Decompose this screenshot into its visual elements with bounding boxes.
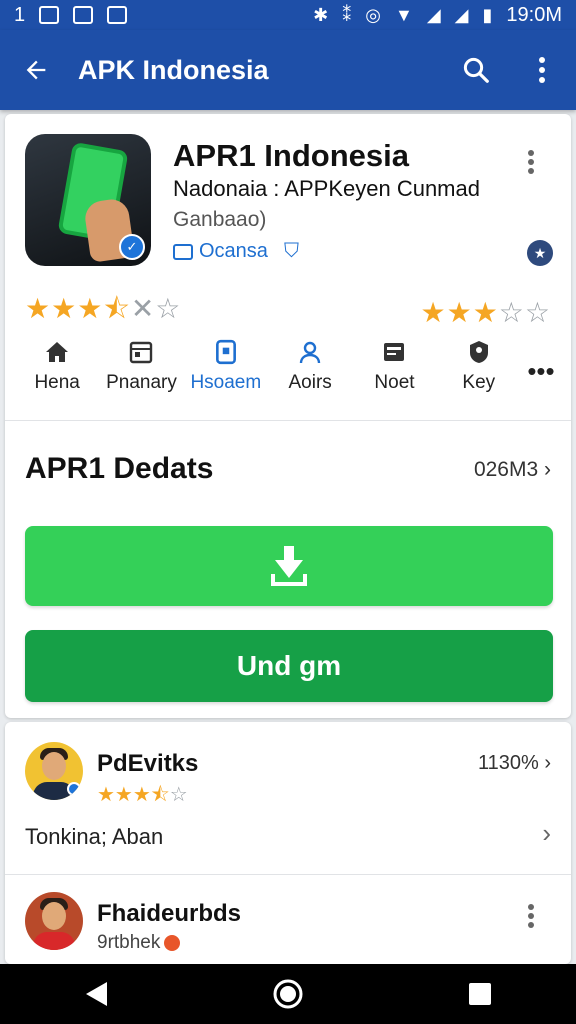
- category-label: Pnanary: [106, 372, 177, 393]
- badge-icon: [466, 340, 492, 364]
- verified-icon: [67, 782, 81, 796]
- open-button[interactable]: Und gm: [25, 630, 553, 702]
- search-icon: [463, 57, 489, 83]
- reviewer-name: PdEvitks: [97, 750, 199, 777]
- more-vert-icon: [528, 904, 534, 928]
- notification-count: 1: [14, 3, 26, 26]
- nav-recents-button[interactable]: [460, 974, 500, 1014]
- chevron-right-icon: ›: [544, 458, 551, 481]
- app-header: ✓ APR1 Indonesia Nadonaia : APPKeyen Cun…: [5, 114, 571, 284]
- review-count: 1130%: [477, 752, 539, 774]
- circle-home-icon: [273, 979, 303, 1009]
- clock: 19:0M: [506, 3, 562, 26]
- app-menu-button[interactable]: [511, 142, 551, 182]
- app-name: APR1 Indonesia: [173, 138, 409, 173]
- app-tag[interactable]: Ocansa ⛉: [173, 240, 299, 263]
- flame-icon: [164, 934, 181, 951]
- category-aoirs[interactable]: Aoirs: [268, 340, 352, 402]
- app-bar-title: APK Indonesia: [78, 54, 269, 85]
- details-title: APR1 Dedats: [25, 452, 214, 485]
- category-label: Hsoaem: [190, 372, 262, 393]
- app-subtitle: Ganbaao): [173, 208, 267, 231]
- ratings-row: ★★★⯪✕☆ ★★★☆☆: [25, 293, 551, 330]
- details-size: 026M3: [473, 458, 539, 481]
- app-icon[interactable]: ✓: [25, 134, 151, 266]
- more-horiz-icon: •••: [527, 355, 555, 386]
- rating-stars-left: ★★★⯪✕☆: [25, 293, 182, 324]
- signal-2-icon: ◢: [454, 5, 469, 25]
- chevron-right-icon: ›: [544, 752, 551, 774]
- message-notification-icon: [107, 6, 128, 24]
- sync-icon: ◎: [365, 5, 381, 25]
- person-icon: [297, 340, 323, 364]
- home-icon: [44, 340, 70, 364]
- review-count-link[interactable]: 1130% ›: [478, 752, 551, 775]
- category-label: Aoirs: [288, 372, 332, 393]
- device-icon: [213, 339, 239, 365]
- reviewer-sub: 9rtbhek: [97, 932, 181, 954]
- app-developer[interactable]: Nadonaia : APPKeyen Cunmad: [173, 176, 480, 202]
- chevron-right-icon[interactable]: ›: [542, 818, 551, 849]
- category-more-button[interactable]: •••: [521, 340, 561, 402]
- more-vert-icon: [539, 57, 545, 83]
- category-row: Hena Pnanary Hsoaem Aoirs Noet Key •••: [15, 339, 561, 402]
- reviews-card: PdEvitks ★★★⯪☆ 1130% › Tonkina; Aban › F…: [5, 722, 571, 964]
- wifi-icon: ▼: [394, 5, 413, 25]
- category-key[interactable]: Key: [437, 340, 521, 402]
- category-label: Noet: [374, 372, 415, 393]
- divider: [5, 420, 571, 421]
- search-button[interactable]: [456, 50, 496, 90]
- award-icon: ★: [527, 240, 553, 266]
- review-menu-button[interactable]: [511, 896, 551, 936]
- category-label: Hena: [34, 372, 80, 393]
- overflow-menu-button[interactable]: [522, 50, 562, 90]
- category-hena[interactable]: Hena: [15, 340, 99, 402]
- more-vert-icon: [528, 150, 534, 174]
- nav-home-button[interactable]: [268, 974, 308, 1014]
- download-icon: [271, 546, 307, 586]
- review-item[interactable]: PdEvitks ★★★⯪☆ 1130% › Tonkina; Aban ›: [5, 722, 571, 872]
- battery-icon: ▮: [482, 5, 493, 25]
- system-nav-bar: [0, 964, 576, 1024]
- bluetooth-icon: ✱: [313, 5, 329, 25]
- signal-icon: ◢: [426, 5, 441, 25]
- reviewer-name: Fhaideurbds: [97, 900, 242, 927]
- gallery-notification-icon: [39, 6, 60, 24]
- review-stars: ★★★⯪☆: [97, 784, 188, 806]
- app-tag-label: Ocansa: [199, 240, 268, 262]
- calendar-icon: [128, 340, 154, 364]
- avatar[interactable]: [25, 742, 83, 800]
- nav-back-button[interactable]: [76, 974, 116, 1014]
- app-card: ✓ APR1 Indonesia Nadonaia : APPKeyen Cun…: [5, 114, 571, 718]
- category-hsoaem[interactable]: Hsoaem: [184, 339, 268, 402]
- shield-icon: ⛉: [283, 240, 299, 262]
- arrow-left-icon: [26, 60, 46, 80]
- category-noet[interactable]: Noet: [352, 340, 436, 402]
- back-button[interactable]: [14, 48, 58, 92]
- tag-icon: [173, 243, 193, 260]
- download-button[interactable]: [25, 526, 553, 606]
- avatar[interactable]: [25, 892, 83, 950]
- review-text: Tonkina; Aban: [25, 824, 164, 849]
- id-card-icon: [381, 340, 407, 364]
- status-bar: 1 ✱ ⁑ ◎ ▼ ◢ ◢ ▮ 19:0M: [0, 0, 576, 30]
- vibrate-icon: ⁑: [342, 5, 352, 25]
- details-size-link[interactable]: 026M3 ›: [474, 458, 551, 482]
- category-label: Key: [462, 372, 496, 393]
- app-bar: APK Indonesia: [0, 30, 576, 110]
- review-item[interactable]: Fhaideurbds 9rtbhek: [5, 874, 571, 964]
- category-pnanary[interactable]: Pnanary: [99, 340, 183, 402]
- triangle-back-icon: [86, 982, 107, 1006]
- rating-stars-right: ★★★☆☆: [420, 296, 551, 328]
- verified-badge-icon: ✓: [119, 234, 145, 260]
- square-recents-icon: [469, 983, 491, 1005]
- home-notification-icon: [73, 6, 94, 24]
